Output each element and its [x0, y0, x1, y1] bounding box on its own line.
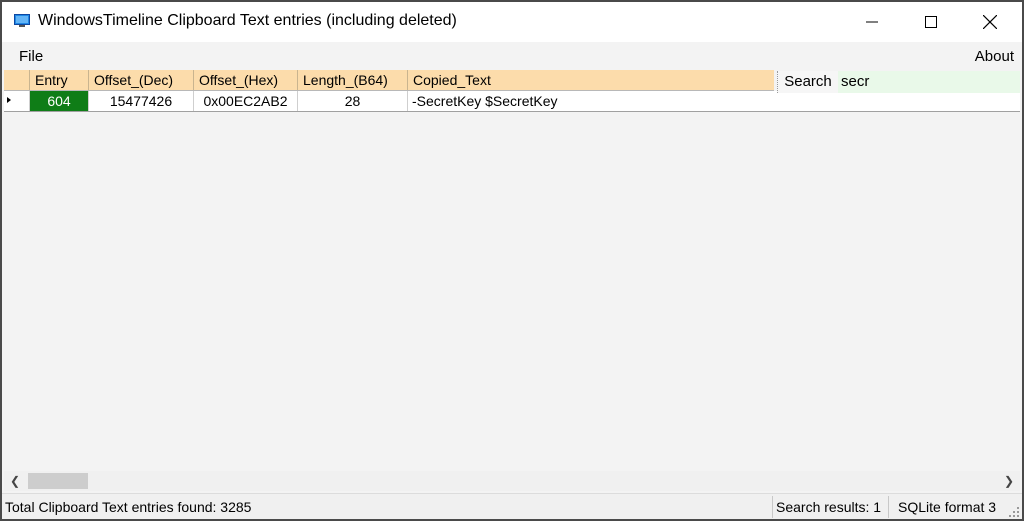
column-header-offset-hex[interactable]: Offset_(Hex)	[194, 70, 298, 90]
title-bar: WindowsTimeline Clipboard Text entries (…	[2, 2, 1022, 42]
app-window: WindowsTimeline Clipboard Text entries (…	[0, 0, 1024, 521]
close-button[interactable]	[960, 2, 1020, 42]
menu-file[interactable]: File	[19, 48, 43, 65]
scroll-thumb[interactable]	[28, 473, 88, 489]
cell-entry[interactable]: 604	[30, 91, 89, 111]
menu-bar: File About	[2, 42, 1022, 70]
status-db-format: SQLite format 3	[898, 499, 997, 515]
column-header-offset-dec[interactable]: Offset_(Dec)	[89, 70, 194, 90]
column-header-copied-text[interactable]: Copied_Text	[408, 70, 774, 90]
scroll-left-icon[interactable]: ❮	[6, 471, 24, 491]
window-title: WindowsTimeline Clipboard Text entries (…	[38, 12, 457, 29]
row-header-corner	[4, 70, 30, 90]
status-search-results: Search results: 1	[776, 499, 882, 515]
status-total-entries: Total Clipboard Text entries found: 3285	[5, 499, 252, 515]
search-button[interactable]: Search	[777, 71, 838, 93]
grid-header: Entry Offset_(Dec) Offset_(Hex) Length_(…	[4, 70, 774, 91]
cell-offset-dec[interactable]: 15477426	[89, 91, 194, 111]
column-header-length-b64[interactable]: Length_(B64)	[298, 70, 408, 90]
horizontal-scrollbar[interactable]: ❮ ❯	[4, 471, 1020, 491]
menu-about[interactable]: About	[975, 48, 1014, 65]
current-row-arrow-icon	[7, 97, 11, 103]
status-bar: Total Clipboard Text entries found: 3285…	[2, 493, 1022, 519]
row-header[interactable]	[4, 91, 30, 111]
column-header-entry[interactable]: Entry	[30, 70, 89, 90]
status-divider	[772, 496, 773, 518]
close-icon	[983, 15, 997, 29]
cell-copied-text[interactable]: -SecretKey $SecretKey	[408, 91, 1020, 111]
maximize-button[interactable]	[901, 2, 961, 42]
maximize-icon	[925, 16, 937, 28]
app-monitor-icon	[14, 14, 30, 27]
resize-grip-icon[interactable]	[1008, 506, 1020, 518]
cell-offset-hex[interactable]: 0x00EC2AB2	[194, 91, 298, 111]
minimize-button[interactable]	[842, 2, 902, 42]
data-grid[interactable]: Entry Offset_(Dec) Offset_(Hex) Length_(…	[4, 70, 1020, 472]
scroll-right-icon[interactable]: ❯	[1000, 471, 1018, 491]
table-row[interactable]: 604 15477426 0x00EC2AB2 28 -SecretKey $S…	[4, 91, 1020, 112]
minimize-icon	[866, 21, 878, 23]
search-input[interactable]: secr	[838, 71, 1020, 93]
cell-length-b64[interactable]: 28	[298, 91, 408, 111]
